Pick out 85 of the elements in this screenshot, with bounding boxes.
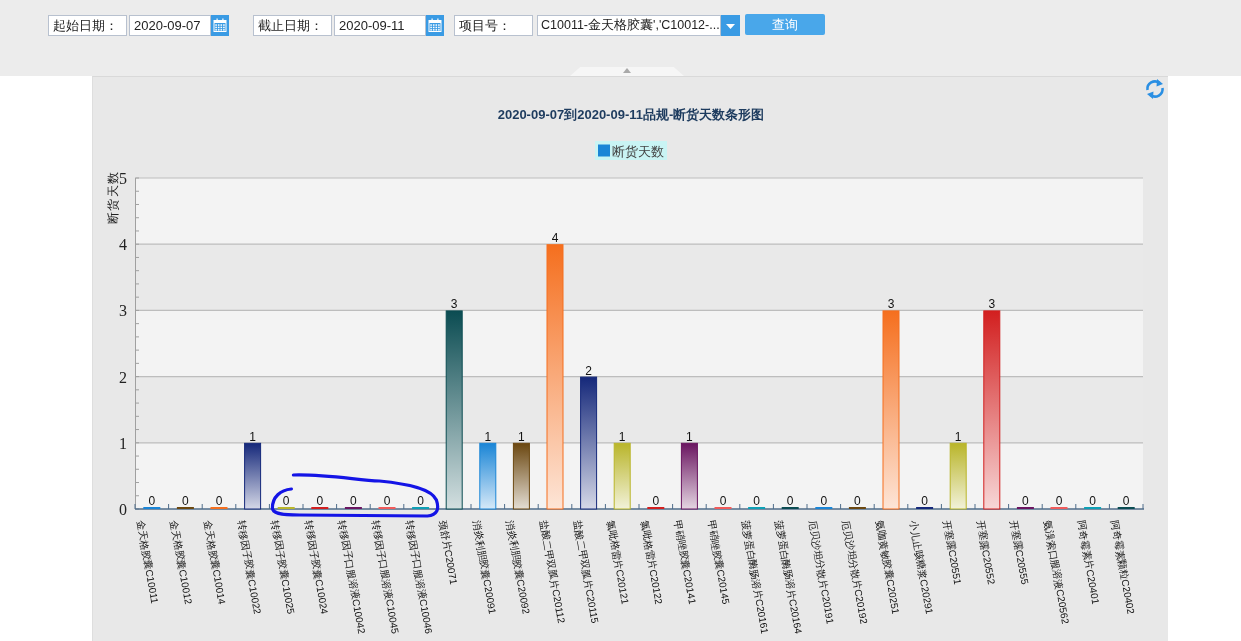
axis-tick-label: 1 — [119, 434, 127, 452]
axis-label: 金天格胶囊C10014 — [202, 519, 228, 606]
field-label: 项目号： — [454, 14, 533, 36]
axis-label: 开塞露C20551 — [941, 519, 964, 586]
axis-label: 菠萝蛋白酶肠溶片C20161 — [739, 519, 771, 635]
data-label: 0 — [1122, 494, 1130, 508]
caret-up-icon — [623, 68, 631, 73]
date-field[interactable]: 2020-09-11 — [334, 14, 426, 36]
data-label: 0 — [215, 494, 223, 508]
data-label: 2 — [585, 363, 592, 378]
axis-label: 转移因子胶囊C10022 — [235, 519, 263, 615]
bar — [680, 442, 698, 510]
data-label: 0 — [786, 494, 794, 508]
bar — [244, 442, 262, 510]
date-field[interactable]: 2020-09-07 — [129, 14, 211, 36]
axis-label: 厄贝沙坦分散片C20191 — [806, 519, 836, 625]
axis-label: 转移因子胶囊C10024 — [302, 519, 331, 615]
axis-label: 消炎利胆胶囊C20092 — [504, 519, 532, 615]
data-label: 0 — [383, 494, 391, 508]
axis-label: 阿奇霉素颗粒C20402 — [1109, 519, 1137, 615]
axis-tick-label: 4 — [119, 236, 127, 254]
data-label: 0 — [652, 494, 660, 508]
data-label: 1 — [518, 429, 525, 444]
data-label: 1 — [954, 429, 962, 444]
data-label: 1 — [484, 429, 492, 444]
data-label: 0 — [417, 494, 424, 508]
axis-label: 转移因子口服溶液C10046 — [403, 519, 435, 635]
legend-label: 断货天数 — [612, 144, 664, 159]
bar — [512, 442, 530, 510]
bar — [613, 442, 631, 510]
axis-label: 菠萝蛋白酶肠溶片C20164 — [773, 519, 805, 635]
data-label: 0 — [854, 494, 861, 508]
select-field[interactable]: C10011-金天格胶囊','C10012-... — [537, 14, 721, 36]
data-label: 0 — [1022, 494, 1029, 508]
data-label: 0 — [921, 494, 928, 508]
data-label: 0 — [820, 494, 828, 508]
axis-label: 转移因子胶囊C10025 — [269, 519, 297, 615]
data-label: 1 — [249, 429, 256, 444]
axis-tick-label: 5 — [119, 170, 127, 187]
bar — [949, 442, 967, 510]
axis-label: 氯吡格雷片C20122 — [638, 519, 665, 606]
axis-tick-label: 0 — [119, 501, 127, 518]
axis-label: 颈舒片C20071 — [437, 519, 460, 586]
data-label: 0 — [282, 494, 290, 508]
bar — [479, 442, 497, 510]
axis-label: 金天格胶囊C10011 — [134, 519, 161, 605]
axis-label: 开塞露C20555 — [1008, 519, 1031, 586]
calendar-icon[interactable] — [211, 14, 229, 36]
axis-tick-label: 3 — [119, 302, 127, 320]
data-label: 1 — [618, 429, 626, 444]
axis-label: 氨溴索口服溶液C20562 — [1042, 519, 1072, 625]
axis-title: 断货天数 — [106, 170, 120, 224]
data-label: 0 — [148, 494, 156, 508]
data-label: 0 — [182, 494, 189, 508]
axis-label: 小儿止咳糖浆C20291 — [907, 519, 935, 615]
refresh-icon[interactable] — [1144, 78, 1166, 100]
axis-label: 氯吡格雷片C20121 — [605, 519, 631, 606]
axis-label: 金天格胶囊C10012 — [168, 519, 195, 606]
axis-label: 厄贝沙坦分散片C20192 — [840, 519, 870, 625]
axis-label: 甲硝唑胶囊C20145 — [706, 519, 732, 606]
axis-label: 氨咖黄敏胶囊C20251 — [874, 519, 902, 615]
axis-label: 阿奇霉素片C20401 — [1075, 519, 1102, 606]
field-label: 起始日期： — [48, 14, 127, 36]
data-label: 3 — [887, 297, 895, 312]
axis-label: 盐酸二甲双胍片C20115 — [571, 519, 601, 625]
axis-tick-label: 2 — [119, 368, 127, 386]
axis-label: 消炎利胆胶囊C20091 — [470, 519, 499, 615]
calendar-icon[interactable] — [426, 14, 444, 36]
axis-label: 转移因子口服溶液C10045 — [370, 519, 401, 635]
axis-label: 盐酸二甲双胍片C20112 — [538, 519, 567, 625]
data-label: 0 — [1089, 494, 1096, 508]
data-label: 0 — [350, 494, 357, 508]
data-label: 0 — [316, 494, 324, 508]
data-label: 3 — [988, 297, 996, 312]
axis-label: 转移因子口服溶液C10042 — [336, 519, 368, 635]
chart-title: 2020-09-07到2020-09-11品规-断货天数条形图 — [497, 107, 765, 122]
data-label: 1 — [686, 429, 693, 444]
data-label: 3 — [450, 297, 458, 312]
field-label: 截止日期： — [253, 14, 332, 36]
data-label: 0 — [753, 494, 760, 508]
axis-label: 开塞露C20552 — [974, 519, 997, 586]
axis-label: 甲硝唑胶囊C20141 — [672, 519, 699, 606]
data-label: 4 — [551, 231, 559, 246]
data-label: 0 — [719, 494, 727, 508]
data-label: 0 — [1055, 494, 1063, 508]
